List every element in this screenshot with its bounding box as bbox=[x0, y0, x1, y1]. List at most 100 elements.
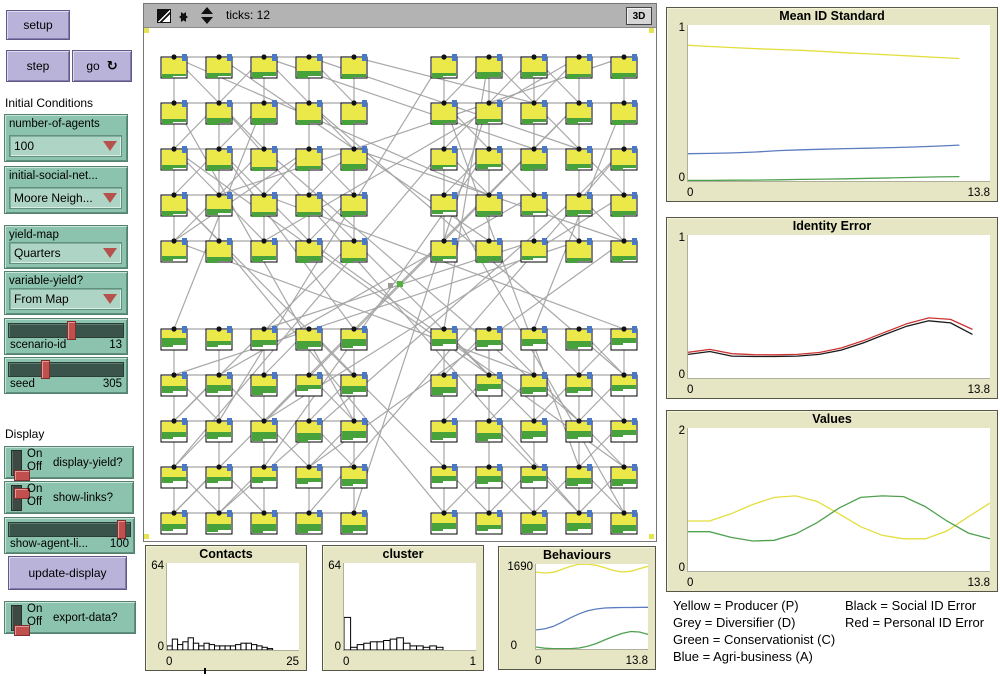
plot-title: cluster bbox=[323, 547, 483, 561]
view-corner-icon bbox=[157, 9, 171, 23]
setup-button[interactable]: setup bbox=[6, 10, 70, 40]
y-axis-min-label: 0 bbox=[669, 562, 685, 574]
y-axis-max-label: 64 bbox=[148, 560, 164, 572]
y-axis-max-label: 1690 bbox=[501, 561, 533, 573]
switch-off-label: Off bbox=[27, 461, 42, 473]
forever-loop-icon: ↻ bbox=[107, 58, 118, 74]
switch-label: export-data? bbox=[53, 602, 118, 633]
plot-mean-id-standard: Mean ID Standard 1 0 0 13.8 bbox=[666, 7, 998, 202]
x-axis-min-label: 0 bbox=[687, 187, 693, 199]
slider-handle[interactable] bbox=[67, 321, 76, 340]
x-axis-max-label: 13.8 bbox=[626, 655, 648, 667]
x-axis-max-label: 1 bbox=[470, 656, 476, 668]
x-axis-min-label: 0 bbox=[166, 656, 172, 668]
update-display-button[interactable]: update-display bbox=[8, 556, 127, 590]
x-axis-min-label: 0 bbox=[687, 384, 693, 396]
y-axis-min-label: 0 bbox=[501, 640, 517, 652]
legend-line: Grey = Diversifier (D) bbox=[673, 614, 835, 631]
x-axis-min-label: 0 bbox=[535, 655, 541, 667]
ticks-counter: ticks: 12 bbox=[226, 4, 270, 27]
chooser-value-box[interactable]: 100 bbox=[9, 135, 122, 157]
chooser-initial-social-net: initial-social-net... Moore Neigh... bbox=[4, 166, 128, 214]
plot-title: Behaviours bbox=[499, 548, 655, 562]
dropdown-arrow-icon bbox=[103, 193, 117, 203]
y-axis-min-label: 0 bbox=[669, 369, 685, 381]
legend-line: Yellow = Producer (P) bbox=[673, 597, 835, 614]
chooser-variable-yield: variable-yield? From Map bbox=[4, 271, 128, 315]
plot-area bbox=[687, 25, 990, 182]
stray-mark bbox=[204, 668, 206, 674]
slider-track[interactable] bbox=[8, 362, 124, 377]
chooser-yield-map: yield-map Quarters bbox=[4, 225, 128, 269]
slider-track[interactable] bbox=[8, 522, 131, 537]
update-display-button-label: update-display bbox=[28, 566, 106, 580]
plot-title: Contacts bbox=[146, 547, 306, 561]
plot-behaviours: Behaviours 1690 0 0 13.8 bbox=[498, 546, 656, 670]
chooser-value: Moore Neigh... bbox=[14, 191, 103, 205]
slider-label: seed bbox=[10, 378, 35, 390]
plot-contacts: Contacts 64 0 0 25 bbox=[145, 545, 307, 671]
legend-line: Black = Social ID Error bbox=[845, 597, 984, 614]
switch-off-label: Off bbox=[27, 616, 42, 628]
slider-value: 305 bbox=[103, 378, 122, 390]
y-axis-max-label: 1 bbox=[669, 232, 685, 244]
color-legend-right: Black = Social ID Error Red = Personal I… bbox=[845, 597, 984, 631]
plot-identity-error: Identity Error 1 0 0 13.8 bbox=[666, 217, 998, 399]
chooser-value: Quarters bbox=[14, 246, 103, 260]
world-canvas[interactable] bbox=[144, 28, 654, 539]
switch-slot bbox=[11, 485, 22, 511]
dropdown-arrow-icon bbox=[103, 248, 117, 258]
plot-values: Values 2 0 0 13.8 bbox=[666, 410, 998, 592]
plot-area bbox=[166, 563, 299, 651]
show-agent-links-slider: show-agent-li... 100 bbox=[4, 517, 135, 554]
plot-area bbox=[687, 235, 990, 379]
slider-handle[interactable] bbox=[41, 360, 50, 379]
plot-title: Values bbox=[667, 412, 997, 426]
show-links-switch: On Off show-links? bbox=[4, 481, 134, 514]
plot-area bbox=[535, 564, 648, 650]
chooser-value: From Map bbox=[14, 292, 103, 306]
switch-on-label: On bbox=[27, 448, 42, 460]
view-3d-button[interactable]: 3D bbox=[626, 7, 652, 25]
slider-value: 100 bbox=[110, 538, 129, 550]
switch-on-label: On bbox=[27, 603, 42, 615]
step-button[interactable]: step bbox=[6, 50, 70, 82]
seed-slider: seed 305 bbox=[4, 357, 128, 394]
vertical-arrows-icon bbox=[201, 7, 213, 14]
chooser-label: number-of-agents bbox=[9, 118, 100, 130]
plot-area bbox=[687, 428, 990, 572]
switch-label: show-links? bbox=[53, 482, 113, 513]
y-axis-min-label: 0 bbox=[669, 172, 685, 184]
chooser-label: variable-yield? bbox=[9, 275, 83, 287]
dropdown-arrow-icon bbox=[103, 294, 117, 304]
step-button-label: step bbox=[27, 59, 50, 73]
chooser-number-of-agents: number-of-agents 100 bbox=[4, 114, 128, 162]
switch-label: display-yield? bbox=[53, 447, 123, 478]
chooser-value-box[interactable]: Quarters bbox=[9, 242, 122, 264]
legend-line: Blue = Agri-business (A) bbox=[673, 648, 835, 665]
world-view-header: ticks: 12 3D bbox=[144, 4, 656, 28]
go-forever-button[interactable]: go ↻ bbox=[72, 50, 132, 82]
x-axis-max-label: 13.8 bbox=[968, 384, 990, 396]
chooser-value-box[interactable]: From Map bbox=[9, 288, 122, 310]
horizontal-arrows-icon bbox=[179, 12, 186, 22]
plot-cluster: cluster 64 0 0 1 bbox=[322, 545, 484, 671]
legend-line: Green = Conservationist (C) bbox=[673, 631, 835, 648]
legend-line: Red = Personal ID Error bbox=[845, 614, 984, 631]
slider-track[interactable] bbox=[8, 323, 124, 338]
chooser-value-box[interactable]: Moore Neigh... bbox=[9, 187, 122, 209]
x-axis-min-label: 0 bbox=[343, 656, 349, 668]
plot-area bbox=[343, 563, 476, 651]
display-header: Display bbox=[5, 427, 44, 441]
x-axis-max-label: 13.8 bbox=[968, 577, 990, 589]
x-axis-max-label: 25 bbox=[286, 656, 299, 668]
switch-on-label: On bbox=[27, 483, 42, 495]
color-legend-left: Yellow = Producer (P) Grey = Diversifier… bbox=[673, 597, 835, 665]
x-axis-max-label: 13.8 bbox=[968, 187, 990, 199]
slider-label: show-agent-li... bbox=[10, 538, 88, 550]
chooser-label: initial-social-net... bbox=[9, 170, 98, 182]
initial-conditions-header: Initial Conditions bbox=[5, 96, 93, 110]
slider-handle[interactable] bbox=[117, 520, 126, 539]
plot-title: Mean ID Standard bbox=[667, 9, 997, 23]
chooser-label: yield-map bbox=[9, 229, 59, 241]
